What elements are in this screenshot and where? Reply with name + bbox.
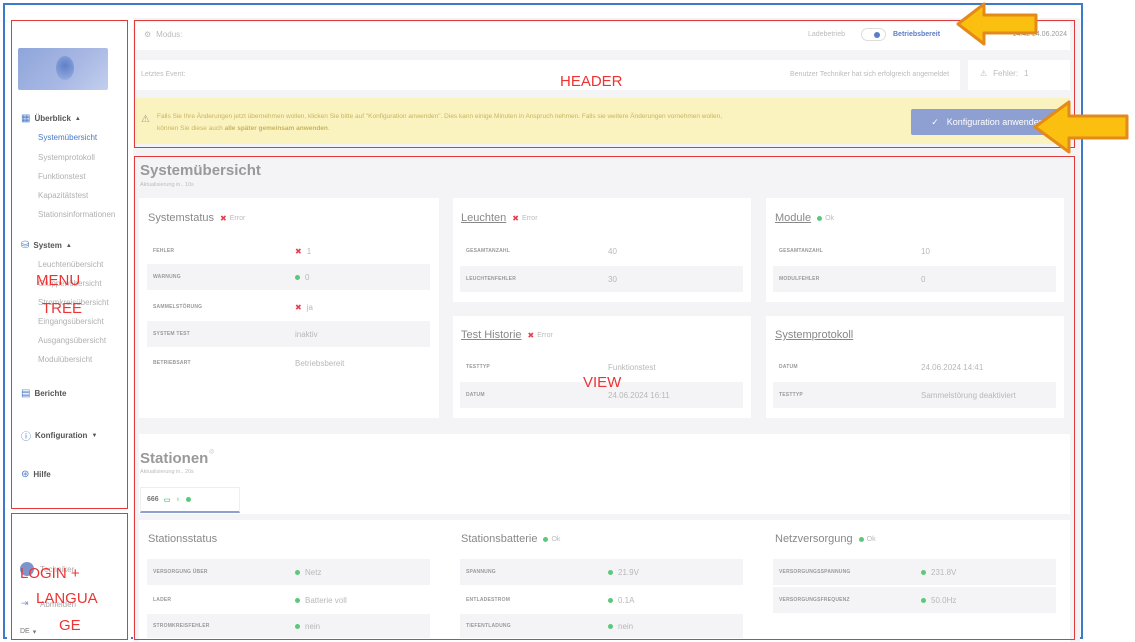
table-row: VERSORGUNG ÜBER Netz: [147, 559, 430, 585]
last-event-text: Benutzer Techniker hat sich erfolgreich …: [790, 71, 950, 78]
error-icon: ✖: [295, 302, 302, 312]
table-row: ENTLADESTROM 0.1A: [466, 595, 635, 605]
help-icon: ⊛: [21, 469, 30, 480]
mode-toggle[interactable]: [861, 28, 886, 41]
table-row: LEUCHTENFEHLER 30: [460, 266, 743, 292]
table-row: GESAMTANZAHL 10: [779, 246, 930, 256]
netzversorgung-title: Netzversorgung Ok: [775, 533, 876, 545]
module-title[interactable]: Module Ok: [775, 212, 834, 224]
table-row: MODULFEHLER 0: [773, 266, 1056, 292]
mode-section: ⚙ Modus:: [144, 30, 183, 39]
arrow-left-icon: [956, 2, 1038, 46]
ok-dot-icon: [921, 569, 926, 575]
report-icon: ▤: [21, 388, 31, 399]
table-row: LADER Batterie voll: [153, 595, 347, 605]
login-annotation: LOGIN +: [20, 565, 80, 582]
menu-item-leuchten[interactable]: Leuchtenübersicht: [38, 260, 103, 269]
menu-ueberblick[interactable]: ▦ Überblick ▲: [21, 113, 81, 124]
logo: [18, 48, 108, 90]
stations-title: Stationen: [140, 450, 209, 467]
table-row: VERSORGUNGSFREQUENZ 50.0Hz: [773, 587, 1056, 613]
menu-hilfe[interactable]: ⊛ Hilfe: [21, 469, 51, 480]
state-label: Betriebsbereit: [893, 31, 941, 38]
menu-item-kapazitaetstest[interactable]: Kapazitätstest: [38, 191, 88, 200]
view-annotation: VIEW: [583, 374, 622, 391]
error-count: ⚠ Fehler: 1: [980, 69, 1029, 78]
ok-dot-icon: [295, 569, 300, 575]
table-row: WARNUNG 0: [147, 264, 430, 290]
test-history-title[interactable]: Test Historie ✖ Error: [461, 329, 553, 341]
charge-label: Ladebetrieb: [808, 31, 845, 38]
systemstatus-title: Systemstatus ✖ Error: [148, 212, 246, 224]
station-tab-666[interactable]: 666 ▭ ♁: [140, 487, 240, 513]
menu-item-systemprotokoll[interactable]: Systemprotokoll: [38, 153, 95, 162]
error-icon: ✖: [512, 213, 519, 223]
last-event-label: Letztes Event:: [141, 71, 186, 78]
menu-system[interactable]: ⛁ System ▲: [21, 240, 72, 251]
ok-dot-icon: [858, 536, 864, 542]
table-row: TESTTYP Sammelstörung deaktiviert: [773, 382, 1056, 408]
menu-item-stationsinformationen[interactable]: Stationsinformationen: [38, 210, 115, 219]
table-row: FEHLER ✖ 1: [153, 246, 312, 256]
ok-dot-icon: [817, 215, 823, 221]
gear-icon: ⚙: [144, 30, 152, 39]
info-icon: ⓘ: [21, 432, 31, 443]
overview-update: Aktualisierung in.. 10s: [140, 182, 194, 188]
ok-dot-icon: [295, 597, 300, 603]
langua-annotation: LANGUA: [36, 590, 98, 607]
battery-icon: ▭: [163, 496, 171, 504]
table-row: STROMKREISFEHLER nein: [147, 614, 430, 638]
ok-dot-icon: [921, 597, 926, 603]
arrow-left-icon: [1033, 100, 1129, 154]
check-icon: ✓: [931, 116, 939, 127]
warning-text: Falls Sie Ihre Änderungen jetzt übernehm…: [157, 113, 723, 132]
table-row: BETRIEBSART Betriebsbereit: [153, 358, 345, 368]
table-row: SPANNUNG 21.9V: [460, 559, 743, 585]
leuchten-title[interactable]: Leuchten ✖ Error: [461, 212, 538, 224]
ok-dot-icon: [608, 569, 613, 575]
table-row: SAMMELSTÖRUNG ✖ ja: [153, 302, 313, 312]
warning-icon: ⚠: [980, 69, 988, 78]
error-icon: ✖: [220, 213, 227, 223]
menu-annotation: MENU: [36, 272, 81, 289]
chevron-down-icon: ▾: [32, 629, 37, 636]
bulb-icon: ♁: [175, 496, 181, 503]
table-row: GESAMTANZAHL 40: [466, 246, 617, 256]
overview-title: Systemübersicht: [140, 162, 261, 179]
table-row: DATUM 24.06.2024 14:41: [779, 362, 984, 372]
database-icon: ⛁: [21, 240, 30, 251]
table-row: VERSORGUNGSSPANNUNG 231.8V: [773, 559, 1056, 585]
menu-item-eingang[interactable]: Eingangsübersicht: [38, 317, 104, 326]
menu-item-systemuebersicht[interactable]: Systemübersicht: [38, 133, 97, 142]
logout-icon[interactable]: ⇥: [21, 598, 29, 609]
error-icon: ✖: [527, 330, 535, 340]
menu-berichte[interactable]: ▤ Berichte: [21, 388, 66, 399]
ok-dot-icon: [295, 623, 300, 629]
ge-annotation: GE: [59, 617, 81, 634]
menu-item-modul[interactable]: Modulübersicht: [38, 355, 92, 364]
stationsbatterie-title: Stationsbatterie Ok: [461, 533, 561, 545]
info-icon: ◎: [209, 449, 215, 455]
ok-dot-icon: [543, 536, 549, 542]
warning-icon: ⚠: [141, 114, 150, 125]
stationsstatus-title: Stationsstatus: [148, 533, 218, 545]
error-icon: ✖: [295, 246, 302, 256]
systemprotokoll-title[interactable]: Systemprotokoll: [775, 329, 853, 341]
ok-dot-icon: [185, 497, 191, 502]
grid-icon: ▦: [21, 113, 31, 124]
menu-konfiguration[interactable]: ⓘ Konfiguration ▼: [21, 428, 97, 443]
ok-dot-icon: [295, 274, 300, 280]
language-select[interactable]: DE ▾: [20, 628, 36, 636]
menu-item-funktionstest[interactable]: Funktionstest: [38, 172, 86, 181]
stations-header-card: [139, 434, 1070, 514]
table-row: SYSTEM TEST inaktiv: [147, 321, 430, 347]
ok-dot-icon: [608, 623, 613, 629]
ok-dot-icon: [608, 597, 613, 603]
menu-item-ausgang[interactable]: Ausgangsübersicht: [38, 336, 106, 345]
stations-update: Aktualisierung in.. 20s: [140, 469, 194, 475]
table-row: TIEFENTLADUNG nein: [460, 614, 743, 638]
tree-annotation: TREE: [42, 300, 83, 317]
header-annotation: HEADER: [560, 73, 623, 90]
